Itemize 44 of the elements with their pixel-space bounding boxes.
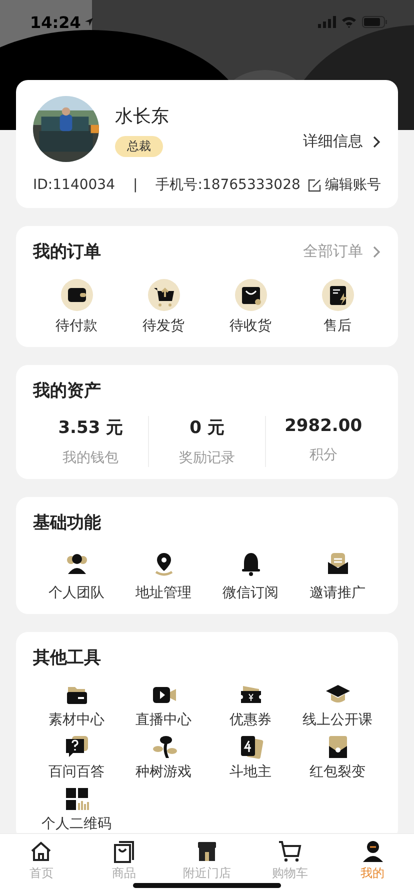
menu-item-label[interactable]: 微信订阅: [222, 584, 278, 602]
edit-account-link[interactable]: 编辑账号: [308, 176, 381, 194]
menu-item-label[interactable]: 待发货: [142, 317, 184, 335]
asset-value: 0 元: [190, 417, 224, 439]
cart-icon: [276, 838, 303, 864]
menu-item-label[interactable]: 地址管理: [136, 584, 192, 602]
user-id: ID:1140034: [33, 177, 115, 193]
menu-item-label[interactable]: 红包裂变: [310, 763, 366, 781]
details-link[interactable]: 详细信息: [303, 132, 381, 151]
asset-value: 2982.00: [284, 416, 362, 436]
menu-item-label[interactable]: 直播中心: [136, 711, 192, 729]
shopping-bag-icon: [234, 279, 266, 311]
wifi-icon: [341, 16, 357, 28]
section-title: 其他工具: [33, 647, 101, 669]
menu-item-label[interactable]: 邀请推广: [310, 584, 366, 602]
chevron-icon: [371, 134, 381, 148]
menu-item-label[interactable]: 优惠券: [230, 711, 272, 729]
user-name: 水长东: [115, 105, 169, 128]
menu-item-label[interactable]: 素材中心: [48, 711, 104, 729]
menu-item-label[interactable]: 个人二维码: [42, 815, 112, 833]
menu-item-label[interactable]: 斗地主: [230, 763, 272, 781]
menu-item-label[interactable]: 待付款: [56, 317, 98, 335]
phone-number: 手机号:18765333028: [156, 176, 302, 194]
edit-icon: [308, 178, 321, 192]
separator: |: [132, 177, 138, 193]
chevron-icon: [371, 244, 381, 258]
menu-item-label[interactable]: 种树游戏: [136, 763, 192, 781]
asset-value: 3.53 元: [58, 417, 124, 439]
signal-icon: [318, 16, 336, 28]
section-title: 我的订单: [33, 241, 101, 263]
menu-item-label[interactable]: 售后: [324, 317, 352, 335]
menu-item-label[interactable]: 个人团队: [48, 584, 104, 602]
wallet-icon: [60, 279, 92, 311]
menu-item-label[interactable]: 百问百答: [48, 763, 104, 781]
cart-icon: [148, 279, 180, 311]
section-title: 我的资产: [33, 380, 101, 402]
menu-item-label[interactable]: 待收货: [230, 317, 272, 335]
document-icon: [322, 279, 354, 311]
status-time: 14:24: [30, 12, 81, 32]
location-arrow-icon: [84, 17, 94, 27]
section-title: 基础功能: [33, 512, 101, 534]
menu-item-label[interactable]: 线上公开课: [302, 711, 372, 729]
battery-icon: [362, 16, 388, 28]
role-badge: 总裁: [115, 136, 163, 157]
